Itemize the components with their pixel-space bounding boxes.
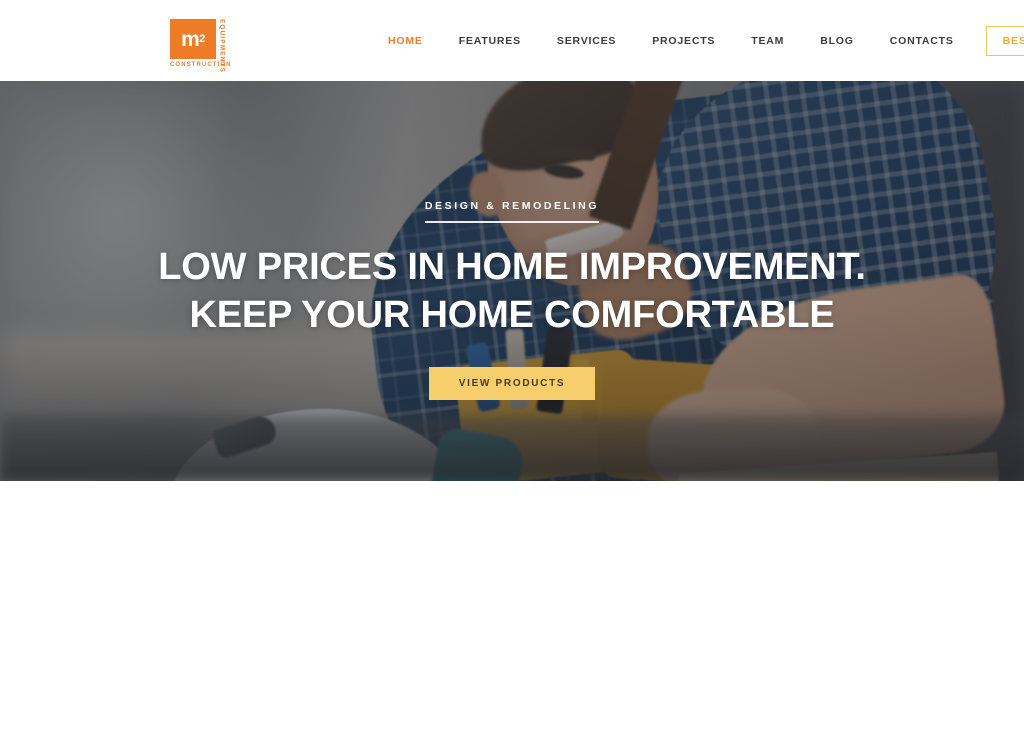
- best-deals-button[interactable]: BEST DEALS: [985, 25, 1024, 56]
- nav-item-features[interactable]: FEATURES: [441, 35, 539, 47]
- nav-item-team[interactable]: TEAM: [733, 35, 802, 47]
- hero-content: DESIGN & REMODELING LOW PRICES IN HOME I…: [0, 81, 1024, 481]
- site-header: m2 EQUIPMENTS CONSTRUCTION HOME FEATURES…: [0, 0, 1024, 81]
- nav-item-blog[interactable]: BLOG: [802, 35, 872, 47]
- nav-item-services[interactable]: SERVICES: [539, 35, 634, 47]
- main-navigation: HOME FEATURES SERVICES PROJECTS TEAM BLO…: [370, 0, 1024, 81]
- logo-exponent: 2: [199, 32, 205, 45]
- hero-title-line-2: KEEP YOUR HOME COMFORTABLE: [189, 293, 835, 336]
- logo-construction-text: CONSTRUCTION: [170, 62, 232, 68]
- logo-equipments-text: EQUIPMENTS: [218, 19, 226, 73]
- hero-eyebrow: DESIGN & REMODELING: [424, 200, 600, 223]
- hero-title-line-1: LOW PRICES IN HOME IMPROVEMENT.: [158, 246, 866, 288]
- logo-mark: m2: [170, 19, 216, 59]
- hero-banner: DESIGN & REMODELING LOW PRICES IN HOME I…: [0, 81, 1024, 481]
- promo-card-grid: GARDENING TIPS Make Your Garden Shine HO…: [0, 481, 1024, 745]
- logo-m-text: m: [181, 27, 200, 51]
- nav-item-contacts[interactable]: CONTACTS: [872, 35, 972, 47]
- view-products-button[interactable]: VIEW PRODUCTS: [428, 366, 596, 400]
- hero-title: LOW PRICES IN HOME IMPROVEMENT. KEEP YOU…: [158, 244, 866, 340]
- nav-item-home[interactable]: HOME: [370, 35, 441, 47]
- nav-item-projects[interactable]: PROJECTS: [634, 35, 733, 47]
- site-logo[interactable]: m2 EQUIPMENTS CONSTRUCTION: [170, 19, 256, 73]
